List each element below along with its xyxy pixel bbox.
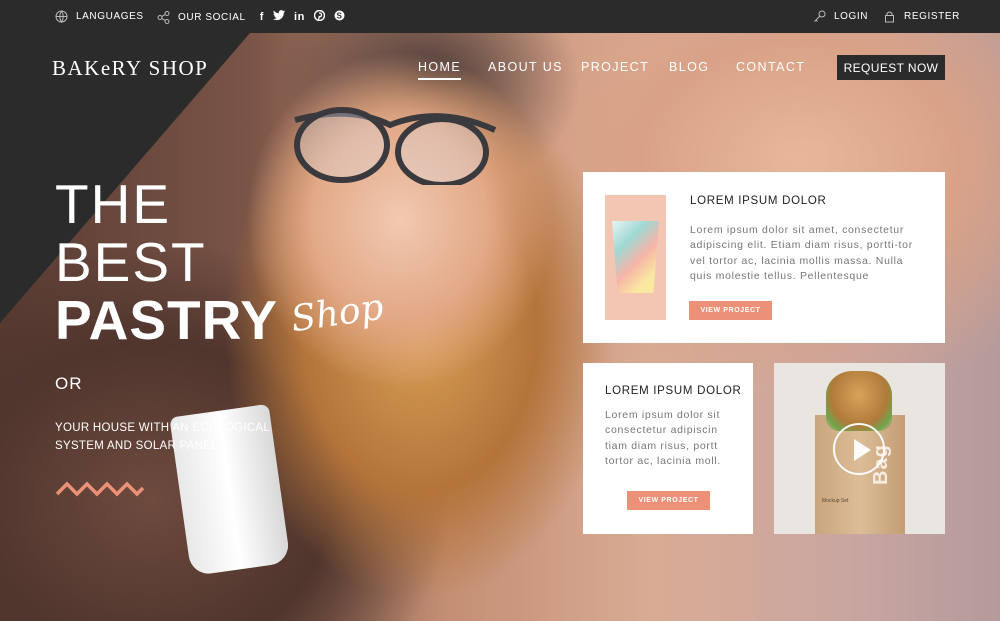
- login-link[interactable]: LOGIN: [813, 10, 868, 23]
- login-label: LOGIN: [834, 11, 869, 22]
- our-social-label: OUR SOCIAL: [178, 11, 246, 23]
- languages-label: LANGUAGES: [76, 11, 144, 22]
- key-icon: [813, 10, 826, 23]
- twitter-icon[interactable]: [272, 10, 285, 24]
- card-2-view-project-button[interactable]: VIEW PROJECT: [627, 491, 710, 510]
- card-2-text: Lorem ipsum dolor sit consectetur adipis…: [605, 409, 722, 467]
- card-2-title: LOREM IPSUM DOLOR: [605, 385, 742, 397]
- globe-icon: [55, 10, 68, 23]
- top-bar: LANGUAGES OUR SOCIAL f in S LOGIN REGIST…: [0, 0, 1000, 33]
- hero-description: YOUR HOUSE WITH AN ECOLOGICAL SYSTEM AND…: [55, 422, 270, 452]
- bag-video-card[interactable]: Bag Mockup Set: [774, 363, 945, 534]
- share-icon: [157, 10, 170, 24]
- our-social-group: OUR SOCIAL f in S: [157, 9, 345, 24]
- bag-small-label: Mockup Set: [822, 498, 849, 504]
- skype-icon[interactable]: S: [334, 10, 345, 24]
- lock-icon: [883, 10, 896, 23]
- nav-blog[interactable]: BLOG: [669, 60, 709, 74]
- hero-line-the: THE: [55, 173, 171, 235]
- nav-contact[interactable]: CONTACT: [736, 60, 805, 74]
- cup-image: [612, 221, 659, 293]
- nav-home[interactable]: HOME: [418, 60, 462, 80]
- languages-link[interactable]: LANGUAGES: [55, 10, 144, 23]
- nav-about-us[interactable]: ABOUT US: [488, 60, 563, 74]
- facebook-icon[interactable]: f: [260, 11, 264, 23]
- project-card-2: LOREM IPSUM DOLOR Lorem ipsum dolor sit …: [583, 363, 753, 534]
- svg-text:S: S: [336, 11, 342, 20]
- site-logo[interactable]: BAKeRY SHOP: [52, 56, 208, 81]
- card-1-text: Lorem ipsum dolor sit amet, consectetur …: [690, 224, 913, 282]
- pinterest-icon[interactable]: [313, 9, 326, 24]
- zigzag-divider: [56, 481, 144, 497]
- play-icon[interactable]: [833, 423, 885, 475]
- linkedin-icon[interactable]: in: [294, 11, 305, 23]
- hero-line-best: BEST: [55, 231, 207, 293]
- request-now-button[interactable]: REQUEST NOW: [837, 55, 945, 80]
- project-card-1: LOREM IPSUM DOLOR Lorem ipsum dolor sit …: [583, 172, 945, 343]
- card-1-view-project-button[interactable]: VIEW PROJECT: [689, 301, 772, 320]
- card-1-title: LOREM IPSUM DOLOR: [690, 195, 827, 207]
- glasses-decoration: [294, 107, 497, 185]
- hero-line-pastry: PASTRY: [55, 289, 278, 351]
- cup-thumbnail: [605, 195, 666, 320]
- hero-heading: THE BEST PASTRY Shop: [55, 173, 386, 351]
- nav-project[interactable]: PROJECT: [581, 60, 649, 74]
- sandwich-image: [826, 371, 892, 431]
- hero-or: OR: [55, 374, 83, 393]
- register-label: REGISTER: [904, 11, 960, 22]
- register-link[interactable]: REGISTER: [883, 10, 960, 23]
